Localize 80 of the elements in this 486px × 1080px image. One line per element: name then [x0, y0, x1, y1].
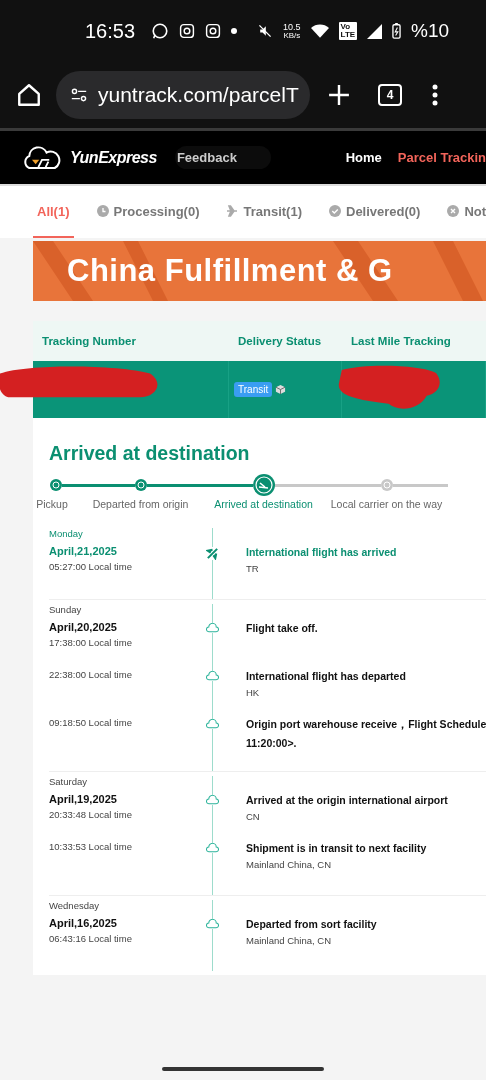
event-location: Mainland China, CN [246, 935, 332, 946]
status-heading: Arrived at destination [49, 442, 251, 465]
event-date: April,20,2025 [49, 621, 118, 633]
home-icon[interactable] [16, 82, 42, 108]
step-label: Arrived at destination [214, 498, 313, 510]
check-circle-icon [329, 205, 341, 217]
cross-circle-icon [447, 205, 460, 217]
column-header: Last Mile Tracking [350, 335, 452, 347]
signal-icon [367, 23, 383, 39]
more-icon[interactable] [432, 84, 438, 106]
battery-level: %10 [411, 20, 450, 42]
nav-link[interactable]: Parcel Trackin [397, 150, 486, 165]
cloud-icon [205, 719, 219, 729]
nav-link[interactable]: Home [345, 150, 382, 165]
event-time: 22:38:00 Local time [49, 669, 133, 680]
lte-label: LTE [340, 31, 356, 39]
chat-bubble-icon [151, 22, 170, 40]
step-label: Pickup [36, 498, 68, 510]
event-title: International flight has arrived [246, 546, 397, 558]
event-time: 09:18:50 Local time [49, 717, 133, 728]
plane-icon [226, 205, 239, 217]
filter-tab[interactable]: Transit(1) [222, 186, 306, 238]
weekday-label: Monday [49, 528, 84, 539]
cloud-icon [205, 795, 219, 805]
event-location: TR [246, 563, 260, 574]
event-title: Arrived at the origin international airport [246, 794, 448, 806]
event-location: HK [246, 687, 261, 698]
event-time: 20:33:48 Local time [49, 809, 133, 820]
dot-icon [231, 28, 238, 34]
column-header: Delivery Status [237, 335, 323, 347]
plane-icon [205, 547, 219, 560]
event-location: Mainland China, CN [246, 859, 332, 870]
cloud-icon [205, 843, 219, 853]
feedback-button[interactable]: Feedback [174, 146, 271, 169]
event-time: 06:43:16 Local time [49, 933, 133, 944]
event-time: 17:38:00 Local time [49, 637, 133, 648]
weekday-label: Sunday [49, 604, 83, 615]
step-label: Local carrier on the way [330, 498, 443, 510]
filter-tab[interactable]: Processing(0) [92, 186, 204, 238]
camera-icon [179, 23, 196, 39]
speed-unit: KB/s [283, 31, 301, 40]
url-text: yuntrack.com/parcelT [98, 83, 299, 107]
network-speed: 10.5 [283, 22, 301, 32]
plus-icon[interactable] [328, 84, 350, 106]
status-badge: Transit [234, 382, 273, 397]
camera-icon [205, 23, 222, 39]
event-date: April,21,2025 [49, 545, 118, 557]
event-title: 11:20:00>. [246, 737, 298, 749]
event-date: April,16,2025 [49, 917, 118, 929]
volte-label: Vo [340, 23, 352, 31]
mute-icon [257, 23, 274, 39]
event-time: 05:27:00 Local time [49, 561, 133, 572]
cloud-icon [205, 919, 219, 929]
address-bar[interactable]: yuntrack.com/parcelT [56, 71, 310, 119]
filter-tab[interactable]: Delivered(0) [325, 186, 425, 238]
event-title: International flight has departed [246, 670, 406, 682]
clock-time: 16:53 [85, 19, 136, 43]
event-title: Flight take off. [246, 622, 318, 634]
cloud-logo-icon[interactable] [22, 145, 62, 170]
event-location: CN [246, 811, 261, 822]
box-icon [275, 384, 287, 395]
column-header: Tracking Number [41, 335, 137, 347]
site-settings-icon[interactable] [70, 86, 88, 104]
cloud-icon [205, 671, 219, 681]
cloud-icon [205, 623, 219, 633]
event-date: April,19,2025 [49, 793, 118, 805]
event-title: Shipment is in transit to next facility [246, 842, 427, 854]
weekday-label: Saturday [49, 776, 89, 787]
banner-title: China Fulfillment & G [66, 253, 393, 289]
tab-count-button[interactable]: 4 [378, 84, 402, 106]
battery-icon [392, 23, 402, 39]
event-title: Departed from sort facility [246, 918, 377, 930]
event-title: Origin port warehouse receive，Flight Schedule [246, 718, 486, 732]
filter-tab[interactable]: Not [443, 186, 486, 238]
weekday-label: Wednesday [49, 900, 100, 911]
step-label: Departed from origin [92, 498, 189, 510]
wifi-icon [310, 23, 329, 39]
brand-name[interactable]: YunExpress [70, 148, 157, 167]
event-time: 10:33:53 Local time [49, 841, 133, 852]
clock-icon [96, 205, 109, 217]
